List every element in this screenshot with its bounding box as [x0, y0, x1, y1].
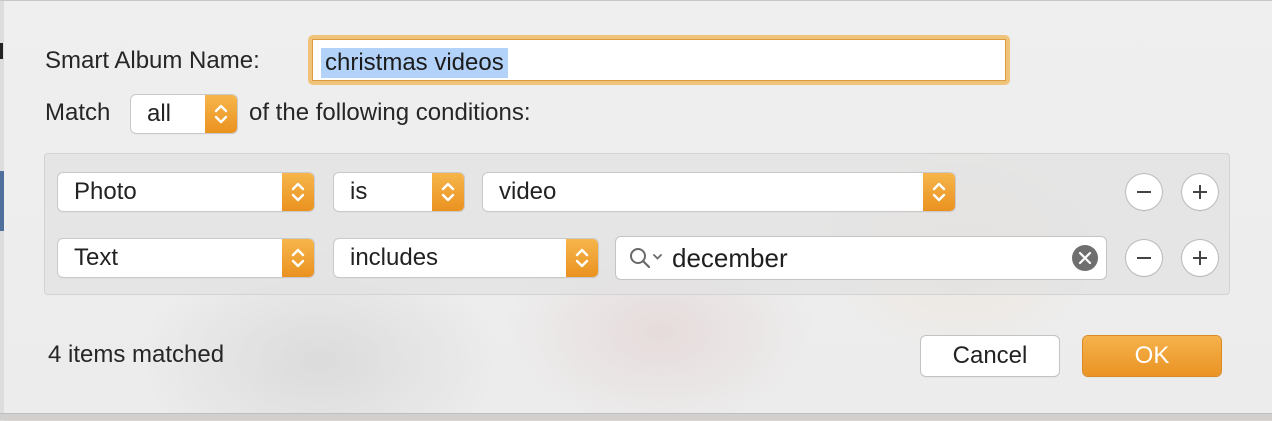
album-name-label: Smart Album Name: [45, 47, 260, 74]
minus-icon [1137, 257, 1151, 259]
match-label: Match [45, 99, 111, 126]
smart-album-dialog: Smart Album Name: christmas videos Match… [0, 0, 1272, 421]
plus-icon [1193, 251, 1207, 265]
condition-2-add-button[interactable] [1182, 240, 1218, 276]
condition-1-field-popup[interactable]: Photo [58, 173, 314, 211]
text-cursor [0, 43, 3, 59]
stepper-icon [205, 95, 237, 133]
album-name-field[interactable]: christmas videos [308, 35, 1010, 85]
album-name-selection: christmas videos [321, 48, 508, 78]
condition-1-operator-value: is [350, 178, 368, 205]
cancel-button[interactable]: Cancel [921, 336, 1059, 376]
items-matched-status: 4 items matched [48, 341, 225, 368]
window-edge [0, 1, 4, 421]
condition-1-remove-button[interactable] [1126, 174, 1162, 210]
plus-icon [1193, 185, 1207, 199]
stepper-icon [432, 173, 464, 211]
condition-2-field-popup[interactable]: Text [58, 239, 314, 277]
condition-1-operator-popup[interactable]: is [334, 173, 464, 211]
condition-1-add-button[interactable] [1182, 174, 1218, 210]
stepper-icon [566, 239, 598, 277]
stepper-icon [923, 173, 955, 211]
condition-1-value: video [499, 178, 557, 205]
condition-2-search-field[interactable]: december [616, 237, 1106, 279]
match-popup-value: all [147, 100, 172, 127]
minus-icon [1137, 191, 1151, 193]
match-suffix-label: of the following conditions: [249, 99, 531, 126]
ok-button[interactable]: OK [1083, 336, 1221, 376]
stepper-icon [282, 173, 314, 211]
match-popup[interactable]: all [131, 95, 237, 133]
condition-2-field-value: Text [74, 244, 119, 271]
stepper-icon [282, 239, 314, 277]
condition-1-field-value: Photo [74, 178, 137, 205]
search-icon[interactable] [628, 246, 664, 275]
condition-2-remove-button[interactable] [1126, 240, 1162, 276]
condition-2-search-text: december [672, 243, 788, 273]
condition-2-operator-popup[interactable]: includes [334, 239, 598, 277]
condition-1-value-popup[interactable]: video [483, 173, 955, 211]
album-name-input[interactable]: christmas videos [312, 39, 1006, 81]
clear-icon[interactable] [1072, 245, 1098, 271]
background-window-strip [0, 413, 1272, 420]
condition-2-operator-value: includes [350, 244, 439, 271]
